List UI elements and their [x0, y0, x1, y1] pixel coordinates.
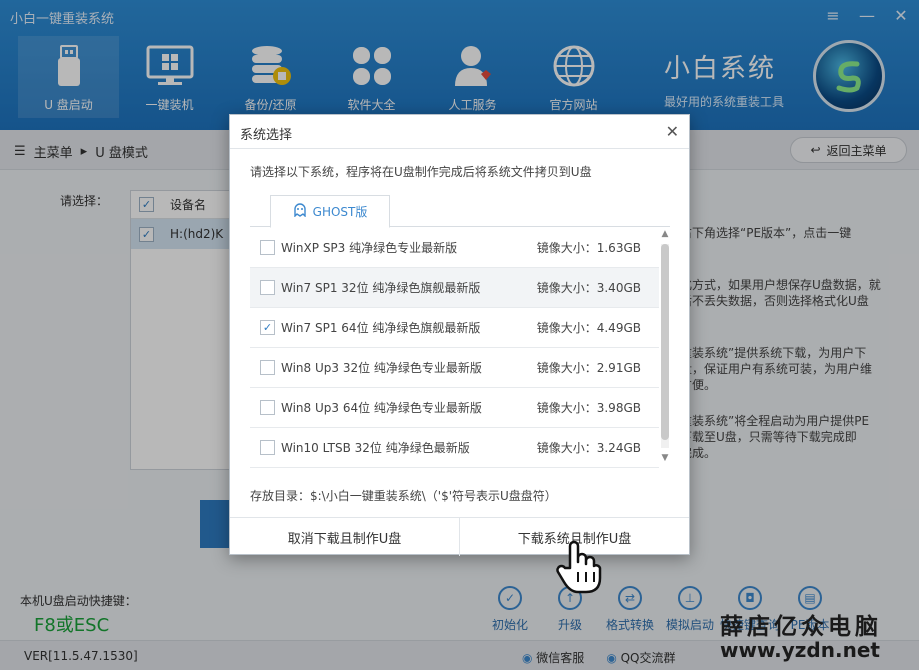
- scroll-thumb[interactable]: [661, 244, 669, 440]
- item-checkbox-checked[interactable]: ✓: [260, 320, 275, 335]
- watermark-url: www.yzdn.net: [720, 638, 880, 662]
- dialog-title: 系统选择: [240, 128, 293, 143]
- system-name: Win7 SP1 32位 纯净绿色旗舰最新版: [281, 281, 481, 295]
- watermark-text: 薛店亿众电脑: [720, 613, 882, 640]
- list-scrollbar[interactable]: ▲ ▼: [659, 228, 671, 470]
- dialog-close-icon[interactable]: ✕: [666, 122, 679, 141]
- system-name: WinXP SP3 纯净绿色专业最新版: [281, 241, 458, 255]
- item-checkbox[interactable]: [260, 440, 275, 455]
- ghost-icon: [293, 203, 307, 220]
- list-item[interactable]: Win8 Up3 32位 纯净绿色专业最新版 镜像大小：2.91GB: [250, 348, 659, 388]
- image-size: 镜像大小：2.91GB: [536, 361, 641, 375]
- image-size: 镜像大小：1.63GB: [536, 241, 641, 255]
- system-select-dialog: 系统选择 ✕ 请选择以下系统，程序将在U盘制作完成后将系统文件拷贝到U盘 GHO…: [229, 114, 690, 556]
- item-checkbox[interactable]: [260, 280, 275, 295]
- system-name: Win8 Up3 32位 纯净绿色专业最新版: [281, 361, 482, 375]
- dialog-title-bar: 系统选择 ✕: [230, 115, 689, 149]
- system-list: WinXP SP3 纯净绿色专业最新版 镜像大小：1.63GB Win7 SP1…: [250, 228, 659, 468]
- item-checkbox[interactable]: [260, 240, 275, 255]
- list-item[interactable]: Win7 SP1 32位 纯净绿色旗舰最新版 镜像大小：3.40GB: [250, 268, 659, 308]
- item-checkbox[interactable]: [260, 400, 275, 415]
- hand-pointer-cursor-icon: [556, 538, 602, 594]
- image-size: 镜像大小：3.24GB: [536, 441, 641, 455]
- item-checkbox[interactable]: [260, 360, 275, 375]
- tab-ghost[interactable]: GHOST版: [270, 195, 390, 228]
- scroll-up-icon[interactable]: ▲: [659, 228, 671, 240]
- system-name: Win10 LTSB 32位 纯净绿色最新版: [281, 441, 470, 455]
- list-item[interactable]: WinXP SP3 纯净绿色专业最新版 镜像大小：1.63GB: [250, 228, 659, 268]
- system-name: Win8 Up3 64位 纯净绿色专业最新版: [281, 401, 482, 415]
- image-size: 镜像大小：3.40GB: [536, 281, 641, 295]
- list-item[interactable]: Win10 LTSB 32位 纯净绿色最新版 镜像大小：3.24GB: [250, 428, 659, 468]
- storage-path-text: 存放目录：$:\小白一键重装系统\（'$'符号表示U盘盘符）: [250, 489, 557, 503]
- list-item[interactable]: ✓ Win7 SP1 64位 纯净绿色旗舰最新版 镜像大小：4.49GB: [250, 308, 659, 348]
- dialog-tab-bar: GHOST版: [250, 195, 670, 228]
- image-size: 镜像大小：4.49GB: [536, 321, 641, 335]
- scroll-track[interactable]: [661, 244, 669, 448]
- scroll-down-icon[interactable]: ▼: [659, 452, 671, 464]
- dialog-description: 请选择以下系统，程序将在U盘制作完成后将系统文件拷贝到U盘: [250, 165, 592, 179]
- list-item[interactable]: Win8 Up3 64位 纯净绿色专业最新版 镜像大小：3.98GB: [250, 388, 659, 428]
- system-name: Win7 SP1 64位 纯净绿色旗舰最新版: [281, 321, 481, 335]
- dialog-footer: 取消下载且制作U盘 下载系统且制作U盘: [230, 517, 689, 556]
- tab-label: GHOST版: [312, 205, 368, 219]
- image-size: 镜像大小：3.98GB: [536, 401, 641, 415]
- cancel-download-button[interactable]: 取消下载且制作U盘: [230, 518, 459, 556]
